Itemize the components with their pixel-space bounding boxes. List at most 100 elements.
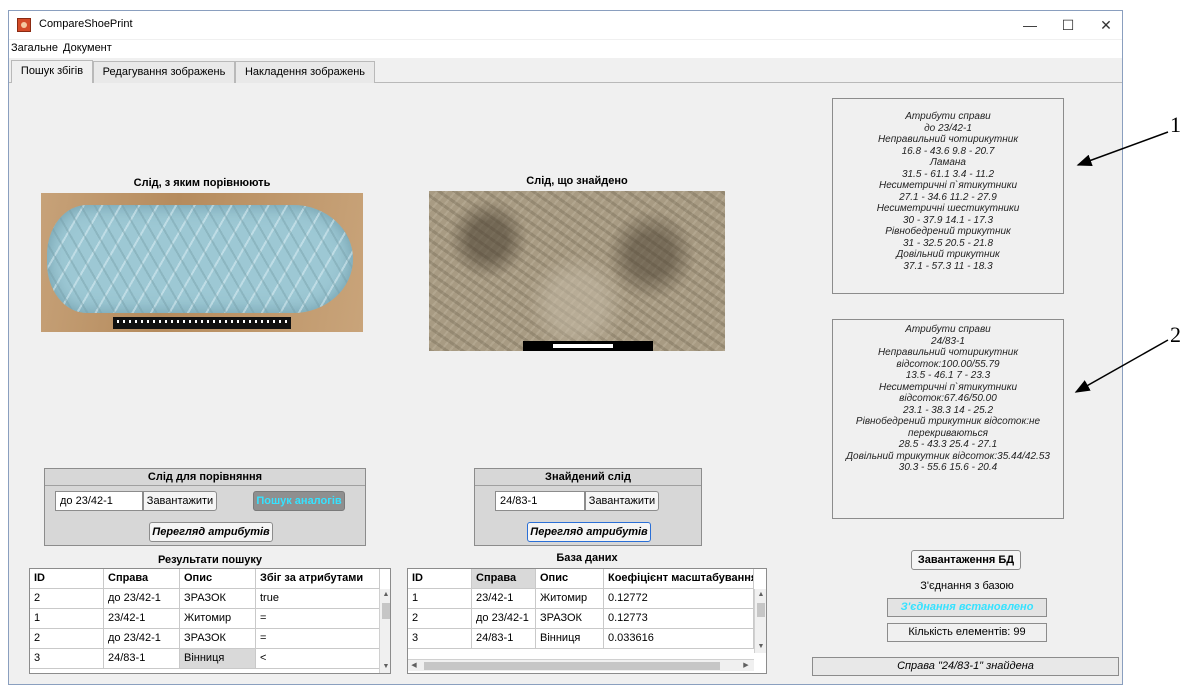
compare-case-input[interactable]: до 23/42-1	[55, 491, 143, 511]
table-cell[interactable]: 3	[408, 629, 472, 649]
scroll-down-icon[interactable]: ▼	[380, 661, 390, 673]
attribute-line: 31 - 32.5 20.5 - 21.8	[902, 237, 994, 249]
column-header[interactable]: Коефіцієнт масштабування	[604, 569, 754, 589]
table-cell[interactable]: Житомир	[536, 589, 604, 609]
menu-bar: Загальне Документ	[9, 40, 1122, 58]
table-cell[interactable]: 23/42-1	[104, 609, 180, 629]
table-cell[interactable]: Житомир	[180, 609, 256, 629]
attribute-line: Рівнобедрений трикутник відсоток:не	[855, 416, 1041, 427]
table-cell[interactable]: Вінниця	[536, 629, 604, 649]
found-load-button[interactable]: Завантажити	[585, 491, 659, 511]
column-header[interactable]: Опис	[536, 569, 604, 589]
table-cell[interactable]: 3	[30, 649, 104, 669]
table-cell[interactable]: 23/42-1	[472, 589, 536, 609]
column-header[interactable]: ID	[408, 569, 472, 589]
attribute-line: Довільний трикутник відсоток:35.44/42.53	[846, 450, 1050, 462]
table-cell[interactable]: =	[256, 629, 380, 649]
scroll-up-icon[interactable]: ▲	[755, 589, 766, 601]
table-cell[interactable]: 0.12773	[604, 609, 754, 629]
table-cell[interactable]: 0.033616	[604, 629, 754, 649]
db-vertical-scrollbar[interactable]: ▲ ▼	[754, 589, 766, 653]
column-header[interactable]: Справа	[472, 569, 536, 589]
table-cell[interactable]: 2	[30, 589, 104, 609]
menu-document[interactable]: Документ	[63, 42, 112, 54]
element-count: Кількість елементів: 99	[887, 623, 1047, 642]
menu-general[interactable]: Загальне	[11, 42, 58, 54]
tab-search-matches[interactable]: Пошук збігів	[11, 60, 93, 83]
table-cell[interactable]: 1	[30, 609, 104, 629]
column-header[interactable]: Справа	[104, 569, 180, 589]
table-cell[interactable]: 0.12772	[604, 589, 754, 609]
attribute-line: Ламана	[930, 157, 966, 168]
found-print-group: Знайдений слід 24/83-1 Завантажити Перег…	[474, 468, 702, 546]
table-row[interactable]: 1 23/42-1 Житомир 0.12772	[408, 589, 766, 609]
column-header[interactable]: Збіг за атрибутами	[256, 569, 380, 589]
results-table-header: ID Справа Опис Збіг за атрибутами	[30, 569, 390, 589]
compare-view-attributes-button[interactable]: Перегляд атрибутів	[149, 522, 273, 542]
scroll-thumb[interactable]	[757, 603, 765, 617]
table-row[interactable]: 2 до 23/42-1 ЗРАЗОК true	[30, 589, 390, 609]
table-cell[interactable]: до 23/42-1	[104, 629, 180, 649]
attribute-line: Несиметричні шестикутники	[876, 203, 1020, 214]
scroll-up-icon[interactable]: ▲	[380, 589, 390, 601]
attribute-line: Атрибути справи	[905, 111, 991, 122]
table-cell[interactable]: Вінниця	[180, 649, 256, 669]
load-database-button[interactable]: Завантаження БД	[911, 550, 1021, 570]
table-row[interactable]: 2 до 23/42-1 ЗРАЗОК =	[30, 629, 390, 649]
minimize-icon[interactable]: —	[1012, 14, 1048, 36]
search-analogs-button[interactable]: Пошук аналогів	[253, 491, 345, 511]
table-cell[interactable]: до 23/42-1	[472, 609, 536, 629]
app-icon	[17, 18, 31, 32]
scroll-down-icon[interactable]: ▼	[755, 641, 766, 653]
scroll-thumb[interactable]	[424, 662, 720, 670]
attribute-line: 16.8 - 43.6 9.8 - 20.7	[901, 145, 995, 157]
table-cell[interactable]: ЗРАЗОК	[180, 629, 256, 649]
attribute-line: Неправильний чотирикутник	[877, 347, 1019, 358]
attribute-line: 24/83-1	[931, 335, 965, 347]
table-cell[interactable]: 2	[30, 629, 104, 649]
table-cell[interactable]: до 23/42-1	[104, 589, 180, 609]
scroll-thumb[interactable]	[382, 603, 390, 619]
tab-image-overlay[interactable]: Накладення зображень	[235, 61, 375, 83]
db-horizontal-scrollbar[interactable]: ◀ ▶	[408, 659, 754, 671]
results-vertical-scrollbar[interactable]: ▲ ▼	[379, 589, 390, 673]
column-header[interactable]: Опис	[180, 569, 256, 589]
column-header[interactable]: ID	[30, 569, 104, 589]
scroll-left-icon[interactable]: ◀	[408, 660, 420, 672]
found-view-attributes-button[interactable]: Перегляд атрибутів	[527, 522, 651, 542]
compare-group-title: Слід для порівняння	[45, 469, 365, 486]
scale-ruler	[113, 317, 291, 329]
window-title: CompareShoePrint	[39, 18, 133, 30]
table-row[interactable]: 3 24/83-1 Вінниця 0.033616	[408, 629, 766, 649]
scroll-right-icon[interactable]: ▶	[740, 660, 752, 672]
attribute-line: 28.5 - 43.3 25.4 - 27.1	[898, 439, 998, 450]
tab-image-editing[interactable]: Редагування зображень	[93, 61, 235, 83]
table-row[interactable]: 1 23/42-1 Житомир =	[30, 609, 390, 629]
shoe-sole	[47, 205, 353, 313]
table-row[interactable]: 3 24/83-1 Вінниця <	[30, 649, 390, 669]
results-table: ID Справа Опис Збіг за атрибутами 2 до 2…	[29, 568, 391, 674]
maximize-icon[interactable]: ☐	[1050, 14, 1086, 36]
table-cell[interactable]: ЗРАЗОК	[180, 589, 256, 609]
table-row[interactable]: 2 до 23/42-1 ЗРАЗОК 0.12773	[408, 609, 766, 629]
close-icon[interactable]: ✕	[1088, 14, 1124, 36]
found-print-image	[429, 191, 725, 351]
table-cell[interactable]: 24/83-1	[472, 629, 536, 649]
attribute-line: 27.1 - 34.6 11.2 - 27.9	[899, 191, 997, 203]
table-cell[interactable]: 24/83-1	[104, 649, 180, 669]
table-cell[interactable]: =	[256, 609, 380, 629]
table-cell[interactable]: 1	[408, 589, 472, 609]
attribute-line: 31.5 - 61.1 3.4 - 11.2	[901, 168, 995, 180]
compared-print-image	[41, 193, 363, 332]
connection-status: З'єднання встановлено	[887, 598, 1047, 617]
found-case-input[interactable]: 24/83-1	[495, 491, 585, 511]
compare-load-button[interactable]: Завантажити	[143, 491, 217, 511]
table-cell[interactable]: 2	[408, 609, 472, 629]
attribute-line: Атрибути справи	[905, 324, 991, 335]
results-table-title: Результати пошуку	[157, 554, 263, 566]
table-cell[interactable]: true	[256, 589, 380, 609]
table-cell[interactable]: <	[256, 649, 380, 669]
table-cell[interactable]: ЗРАЗОК	[536, 609, 604, 629]
connection-label: З'єднання з базою	[920, 580, 1014, 592]
db-table-title: База даних	[556, 552, 618, 564]
